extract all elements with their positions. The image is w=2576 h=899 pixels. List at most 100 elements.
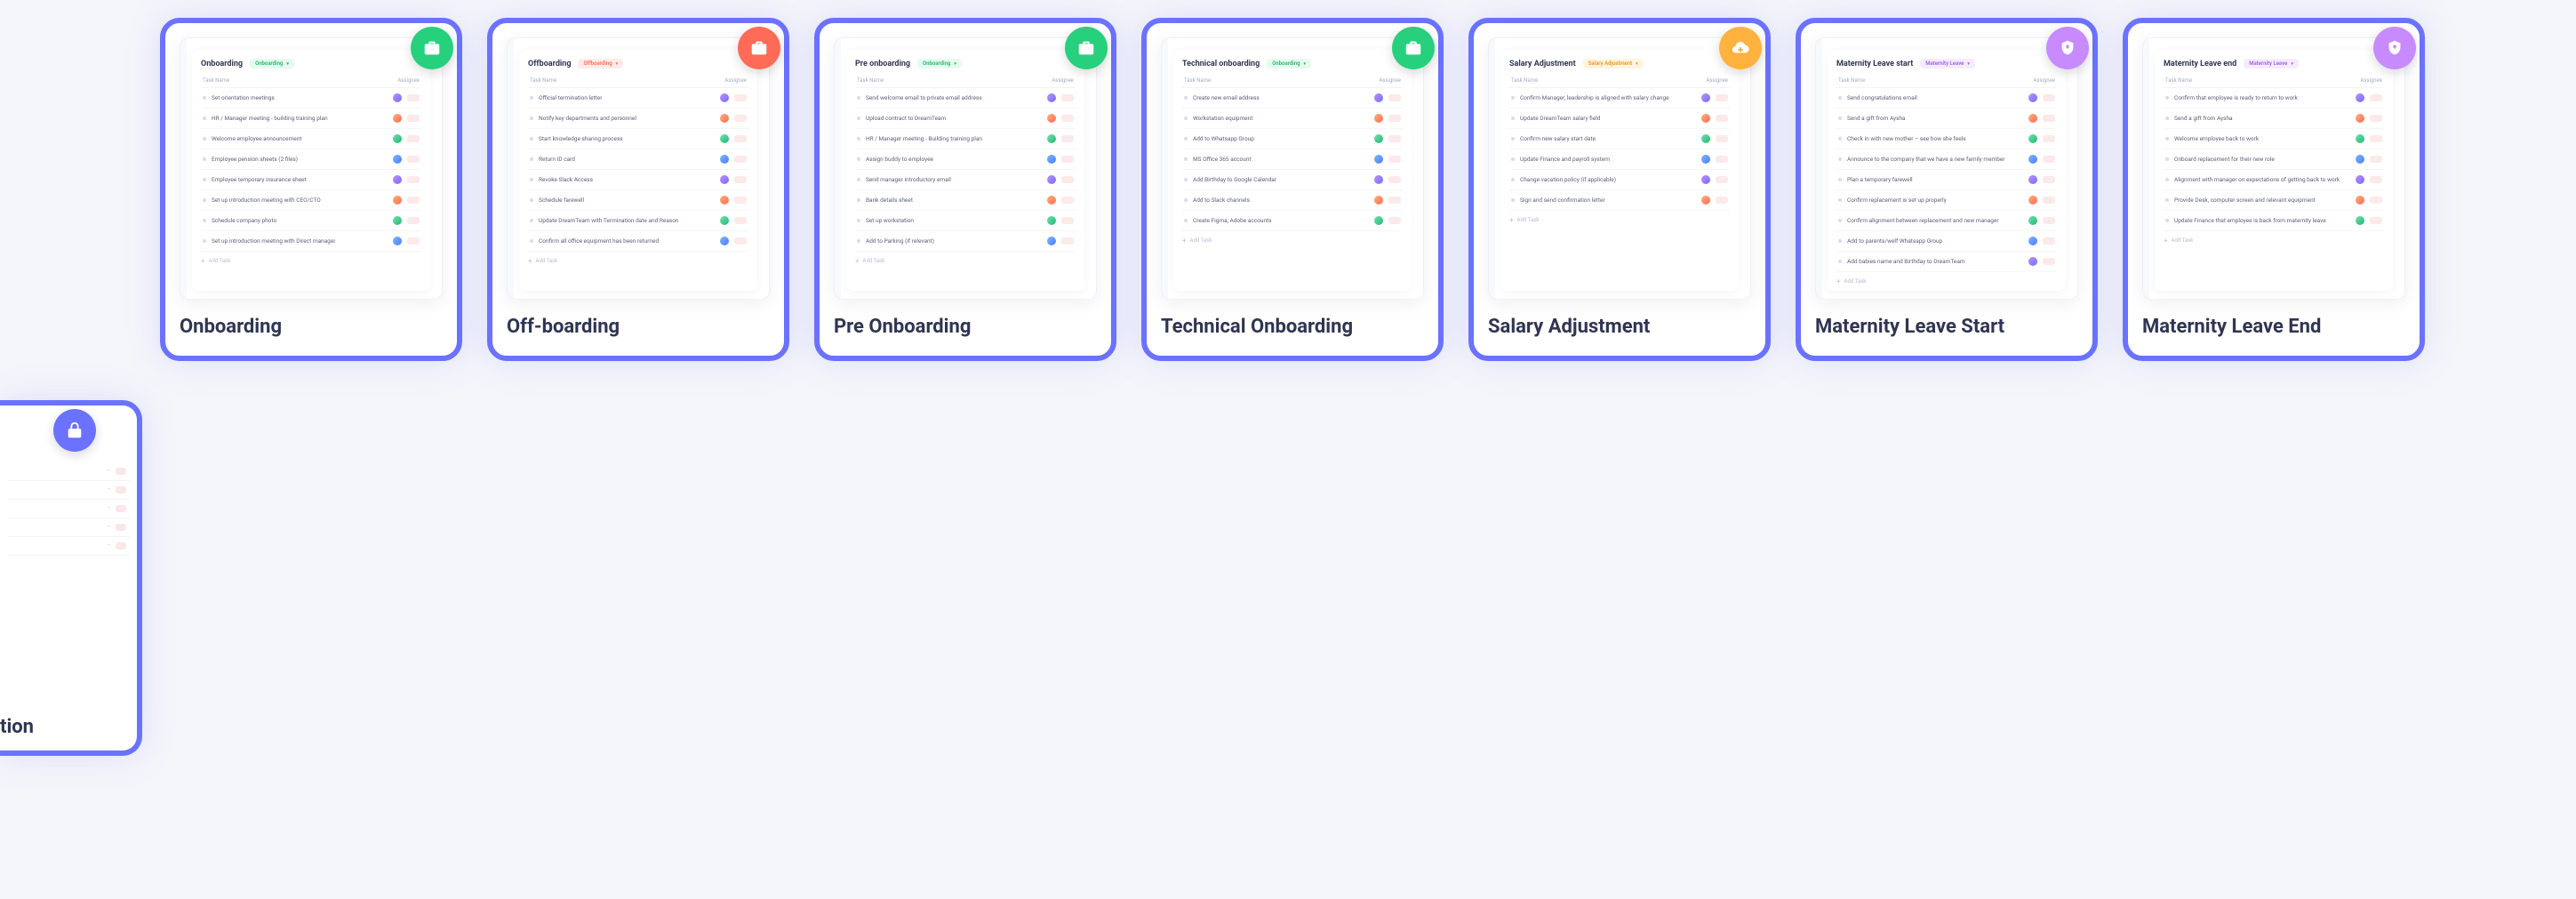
assignee-avatar[interactable] (720, 216, 729, 225)
task-row[interactable]: Confirm new salary start date (1509, 129, 1730, 149)
task-row[interactable]: Confirm replacement is set up properly (1836, 190, 2057, 211)
task-row[interactable]: Set orientation meetings (201, 88, 421, 108)
template-card-salary[interactable]: Salary AdjustmentSalary AdjustmentTask N… (1468, 18, 1771, 361)
assignee-avatar[interactable] (2356, 196, 2364, 205)
task-row[interactable]: Change vacation policy (if applicable) (1509, 170, 1730, 190)
assignee-avatar[interactable] (393, 237, 402, 245)
assignee-avatar[interactable] (2028, 93, 2037, 102)
category-tag[interactable]: Maternity Leave (1920, 59, 1975, 68)
task-row[interactable]: Provide Desk, computer screen and releva… (2164, 190, 2384, 211)
template-card-matend[interactable]: Maternity Leave endMaternity LeaveTask N… (2123, 18, 2425, 361)
task-row[interactable]: Check in with new mother – see how she f… (1836, 129, 2057, 149)
category-tag[interactable]: Onboarding (917, 59, 962, 68)
assignee-avatar[interactable] (2028, 196, 2037, 205)
task-row[interactable]: Set up introduction meeting with Direct … (201, 231, 421, 252)
task-row[interactable]: Schedule farewell (528, 190, 748, 211)
assignee-avatar[interactable] (1374, 93, 1383, 102)
task-row[interactable]: Sign and send confirmation letter (1509, 190, 1730, 211)
task-row[interactable]: Onboard replacement for their new role (2164, 149, 2384, 170)
assignee-avatar[interactable] (1701, 196, 1710, 205)
task-row[interactable]: Confirm Manager, leadership is aligned w… (1509, 88, 1730, 108)
task-row[interactable]: Start knowledge sharing process (528, 129, 748, 149)
category-tag[interactable]: Maternity Leave (2244, 59, 2299, 68)
task-row[interactable]: Add babies name and Birthday to DreamTea… (1836, 252, 2057, 272)
assignee-avatar[interactable] (1047, 196, 1056, 205)
assignee-avatar[interactable] (2028, 134, 2037, 143)
assignee-avatar[interactable] (1047, 216, 1056, 225)
assignee-avatar[interactable] (393, 114, 402, 123)
assignee-avatar[interactable] (2356, 93, 2364, 102)
task-row[interactable]: Assign buddy to employee (855, 149, 1076, 170)
assignee-avatar[interactable] (720, 196, 729, 205)
assignee-avatar[interactable] (1047, 237, 1056, 245)
assignee-avatar[interactable] (720, 237, 729, 245)
assignee-avatar[interactable] (2028, 155, 2037, 164)
task-row[interactable]: Notify key departments and personnel (528, 108, 748, 129)
assignee-avatar[interactable] (1701, 134, 1710, 143)
task-row[interactable]: Employee pension sheets (2 files) (201, 149, 421, 170)
task-row[interactable]: Update DreamTeam with Termination date a… (528, 211, 748, 231)
category-tag[interactable]: Offboarding (578, 59, 623, 68)
task-row[interactable]: Create Figma, Adobe accounts (1182, 211, 1403, 231)
assignee-avatar[interactable] (393, 175, 402, 184)
assignee-avatar[interactable] (1047, 114, 1056, 123)
task-row[interactable]: Send welcome email to private email addr… (855, 88, 1076, 108)
assignee-avatar[interactable] (1701, 175, 1710, 184)
task-row[interactable]: Welcome employee announcement (201, 129, 421, 149)
assignee-avatar[interactable] (1047, 155, 1056, 164)
task-row[interactable]: Send manager introductory email (855, 170, 1076, 190)
add-task-button[interactable]: Add Task (855, 252, 1076, 265)
assignee-avatar[interactable] (2028, 257, 2037, 266)
category-tag[interactable]: Salary Adjustment (1583, 59, 1644, 68)
category-tag[interactable]: Onboarding (250, 59, 294, 68)
task-row[interactable]: Announce to the company that we have a n… (1836, 149, 2057, 170)
template-card-technical[interactable]: Technical onboardingOnboardingTask NameA… (1141, 18, 1444, 361)
template-card-onboarding[interactable]: OnboardingOnboardingTask NameAssigneeSet… (160, 18, 462, 361)
task-row[interactable]: Create new email address (1182, 88, 1403, 108)
template-card-matstart[interactable]: Maternity Leave startMaternity LeaveTask… (1796, 18, 2098, 361)
assignee-avatar[interactable] (2028, 114, 2037, 123)
task-row[interactable]: Confirm that employee is ready to return… (2164, 88, 2384, 108)
task-row[interactable]: Update DreamTeam salary field (1509, 108, 1730, 129)
task-row[interactable]: Send a gift from Aysha (1836, 108, 2057, 129)
task-row[interactable]: MS Office 365 account (1182, 149, 1403, 170)
task-row[interactable]: HR / Manager meeting - Building training… (855, 129, 1076, 149)
assignee-avatar[interactable] (393, 216, 402, 225)
assignee-avatar[interactable] (1374, 196, 1383, 205)
task-row[interactable]: Add to parents/welf Whatsapp Group (1836, 231, 2057, 252)
assignee-avatar[interactable] (720, 175, 729, 184)
task-row[interactable]: Add to Parking (if relevant) (855, 231, 1076, 252)
assignee-avatar[interactable] (393, 93, 402, 102)
task-row[interactable]: Set up workstation (855, 211, 1076, 231)
task-row[interactable]: Alignment with manager on expectations o… (2164, 170, 2384, 190)
task-row[interactable]: Add Birthday to Google Calendar (1182, 170, 1403, 190)
assignee-avatar[interactable] (1701, 114, 1710, 123)
assignee-avatar[interactable] (1047, 175, 1056, 184)
task-row[interactable]: Set up introduction meeting with CEO/CTO (201, 190, 421, 211)
task-row[interactable]: Send a gift from Aysha (2164, 108, 2384, 129)
assignee-avatar[interactable] (2356, 216, 2364, 225)
assignee-avatar[interactable] (720, 93, 729, 102)
assignee-avatar[interactable] (2028, 237, 2037, 245)
assignee-avatar[interactable] (1701, 93, 1710, 102)
template-card-offboarding[interactable]: OffboardingOffboardingTask NameAssigneeO… (487, 18, 789, 361)
assignee-avatar[interactable] (1374, 155, 1383, 164)
assignee-avatar[interactable] (720, 134, 729, 143)
task-row[interactable]: Welcome employee back to work (2164, 129, 2384, 149)
assignee-avatar[interactable] (2028, 216, 2037, 225)
add-task-button[interactable]: Add Task (1182, 231, 1403, 245)
task-row[interactable]: Employee temporary insurance sheet (201, 170, 421, 190)
assignee-avatar[interactable] (2356, 155, 2364, 164)
add-task-button[interactable]: Add Task (1509, 211, 1730, 224)
add-task-button[interactable]: Add Task (528, 252, 748, 265)
assignee-avatar[interactable] (2028, 175, 2037, 184)
add-task-button[interactable]: Add Task (201, 252, 421, 265)
task-row[interactable]: Send congratulations email (1836, 88, 2057, 108)
assignee-avatar[interactable] (720, 155, 729, 164)
assignee-avatar[interactable] (1374, 216, 1383, 225)
assignee-avatar[interactable] (393, 196, 402, 205)
assignee-avatar[interactable] (1047, 93, 1056, 102)
assignee-avatar[interactable] (2356, 114, 2364, 123)
assignee-avatar[interactable] (1047, 134, 1056, 143)
task-row[interactable]: Add to Slack channels (1182, 190, 1403, 211)
